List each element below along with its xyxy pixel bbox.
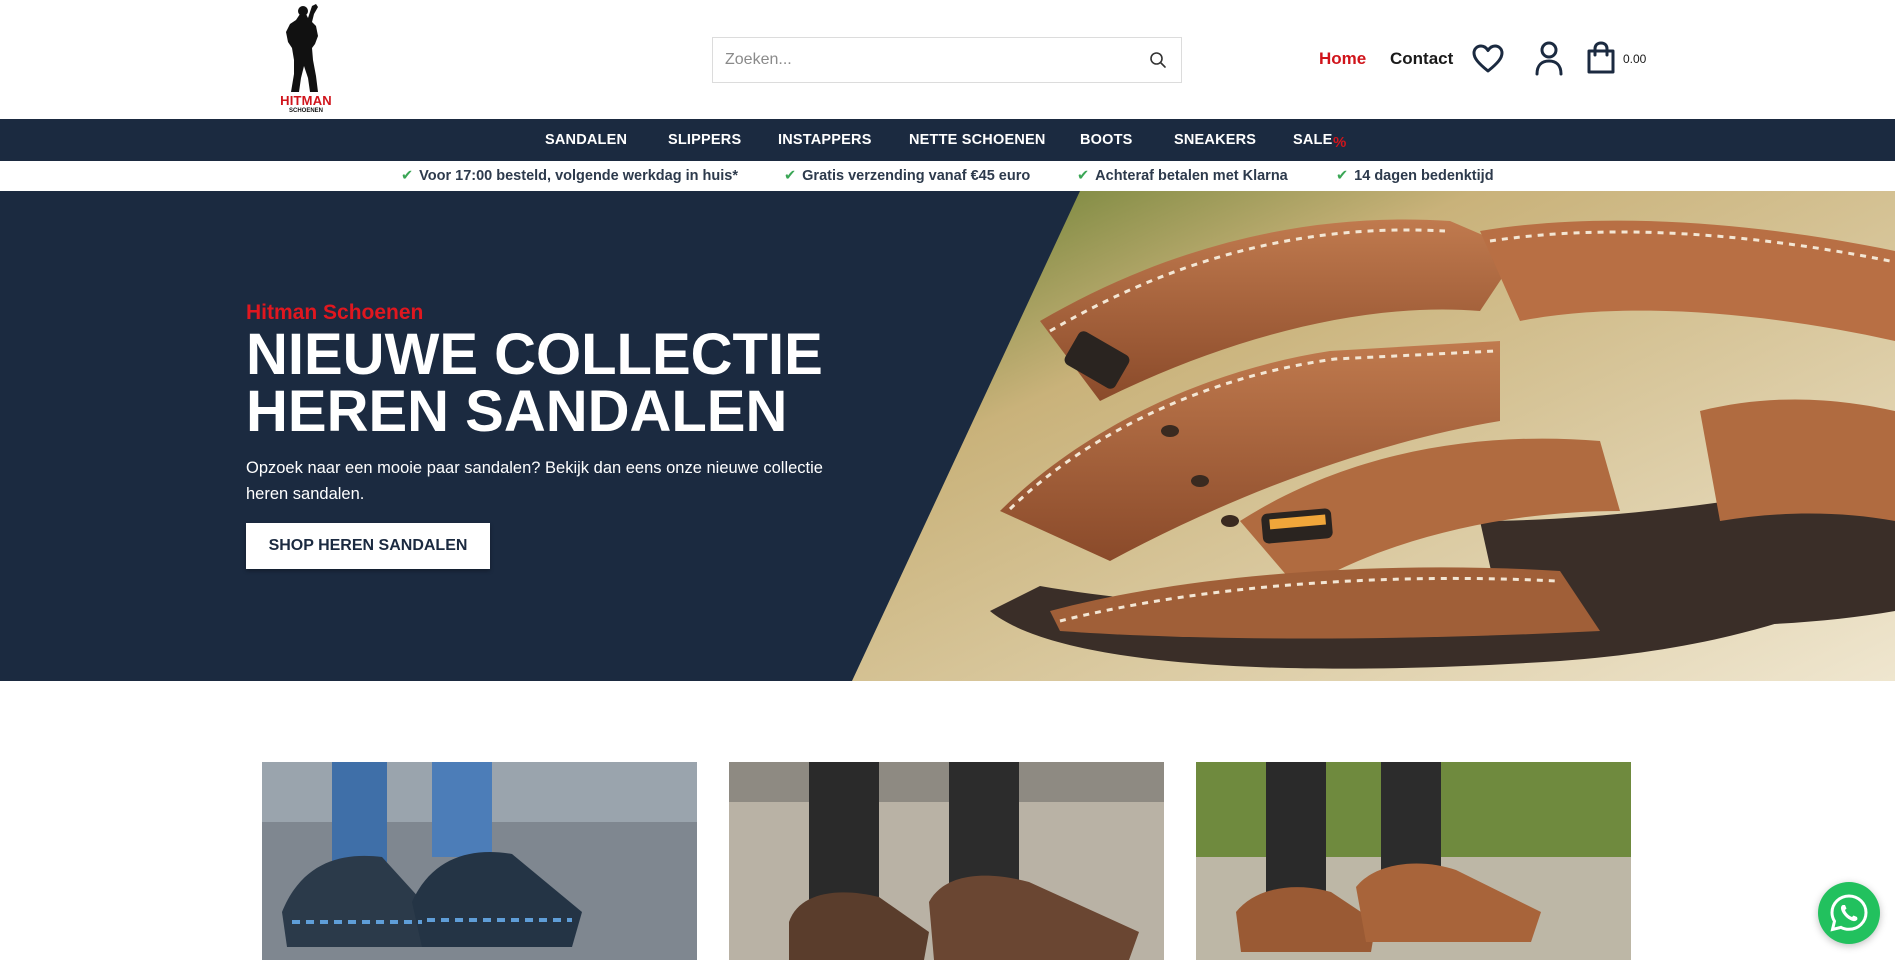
category-card-sneakers[interactable] [262, 762, 697, 960]
category-sale[interactable]: SALE [1293, 132, 1332, 148]
whatsapp-chat-button[interactable] [1818, 882, 1880, 944]
category-boots[interactable]: BOOTS [1080, 132, 1133, 148]
usp-item: ✔ Voor 17:00 besteld, volgende werkdag in… [401, 168, 738, 184]
usp-item: ✔ Gratis verzending vanaf €45 euro [784, 168, 1030, 184]
hero-title: NIEUWE COLLECTIE HEREN SANDALEN [246, 326, 846, 441]
check-icon: ✔ [401, 168, 414, 184]
check-icon: ✔ [784, 168, 797, 184]
usp-item: ✔ Achteraf betalen met Klarna [1077, 168, 1288, 184]
nav-home-link[interactable]: Home [1319, 49, 1366, 69]
search-icon[interactable] [1149, 51, 1167, 69]
search-box [712, 37, 1182, 83]
batsman-silhouette-icon [286, 4, 318, 92]
usp-text: Achteraf betalen met Klarna [1095, 168, 1288, 184]
category-sandalen[interactable]: SANDALEN [545, 132, 627, 148]
site-header: HITMAN SCHOENEN Home Contact 0.00 [0, 0, 1895, 119]
heart-icon[interactable] [1472, 44, 1504, 74]
hero-title-line2: HEREN SANDALEN [246, 379, 788, 444]
check-icon: ✔ [1336, 168, 1349, 184]
cart-total[interactable]: 0.00 [1623, 52, 1646, 66]
sneakers-photo [262, 762, 697, 960]
hero-title-line1: NIEUWE COLLECTIE [246, 322, 823, 387]
usp-text: Gratis verzending vanaf €45 euro [802, 168, 1031, 184]
brogues-photo [1196, 762, 1631, 960]
brand-name: HITMAN [280, 93, 332, 108]
usp-text: 14 dagen bedenktijd [1354, 168, 1494, 184]
hero-banner: Hitman Schoenen NIEUWE COLLECTIE HEREN S… [0, 191, 1895, 681]
usp-item: ✔ 14 dagen bedenktijd [1336, 168, 1494, 184]
percent-icon: % [1333, 134, 1347, 151]
usp-text: Voor 17:00 besteld, volgende werkdag in … [419, 168, 738, 184]
category-nette-schoenen[interactable]: NETTE SCHOENEN [909, 132, 1046, 148]
nav-contact-link[interactable]: Contact [1390, 49, 1453, 69]
search-input[interactable] [713, 38, 1133, 82]
shop-heren-sandalen-button[interactable]: SHOP HEREN SANDALEN [246, 523, 490, 569]
brand-logo[interactable]: HITMAN SCHOENEN [272, 4, 340, 116]
whatsapp-icon [1830, 894, 1868, 932]
brand-subtitle: SCHOENEN [288, 108, 323, 114]
category-nav: SANDALEN SLIPPERS INSTAPPERS NETTE SCHOE… [0, 119, 1895, 161]
loafers-photo [729, 762, 1164, 960]
category-slippers[interactable]: SLIPPERS [668, 132, 741, 148]
usp-bar: ✔ Voor 17:00 besteld, volgende werkdag in… [0, 161, 1895, 191]
category-card-nette-schoenen[interactable] [1196, 762, 1631, 960]
hero-description: Opzoek naar een mooie paar sandalen? Bek… [246, 459, 823, 503]
user-icon[interactable] [1534, 40, 1564, 76]
category-card-instappers[interactable] [729, 762, 1164, 960]
cart-icon[interactable] [1585, 41, 1617, 75]
category-instappers[interactable]: INSTAPPERS [778, 132, 872, 148]
check-icon: ✔ [1077, 168, 1090, 184]
category-sneakers[interactable]: SNEAKERS [1174, 132, 1256, 148]
